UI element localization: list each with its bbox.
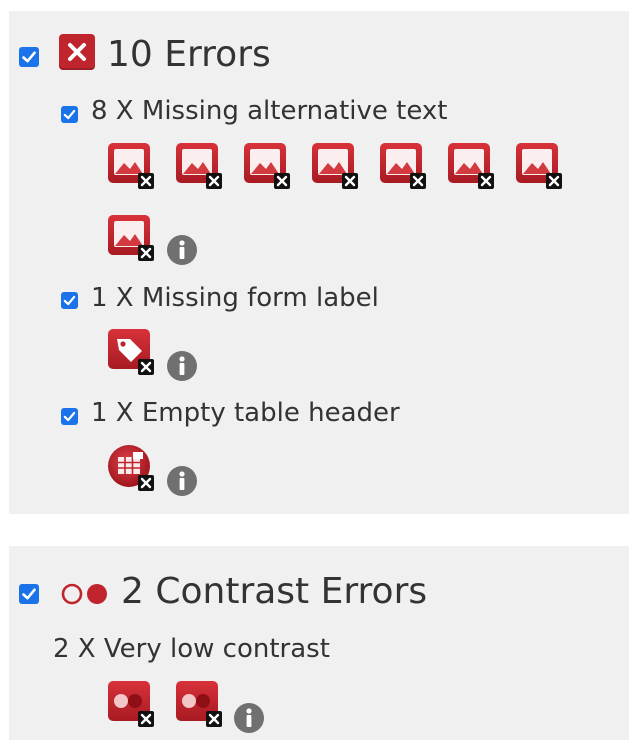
info-icon[interactable]: [166, 465, 198, 497]
info-icon[interactable]: [233, 702, 265, 734]
missing-image-icon[interactable]: [106, 213, 156, 263]
missing-form-label-label: 1 X Missing form label: [91, 283, 379, 313]
low-contrast-icon[interactable]: [106, 679, 156, 729]
contrast-section-title: 2 Contrast Errors: [121, 571, 428, 612]
tag-icon[interactable]: [106, 327, 156, 377]
contrast-icon: [59, 582, 115, 606]
contrast-panel: 2 Contrast Errors 2 X Very low contrast: [9, 546, 629, 740]
missing-alt-text-label: 8 X Missing alternative text: [91, 96, 448, 126]
low-contrast-icon[interactable]: [174, 679, 224, 729]
missing-image-icon[interactable]: [242, 141, 292, 191]
empty-table-header-checkbox[interactable]: [61, 408, 78, 425]
missing-image-icon[interactable]: [446, 141, 496, 191]
contrast-section-checkbox[interactable]: [19, 584, 39, 604]
table-icon[interactable]: [106, 443, 156, 493]
missing-image-icon[interactable]: [106, 141, 156, 191]
empty-table-header-label: 1 X Empty table header: [91, 398, 400, 428]
missing-alt-text-checkbox[interactable]: [61, 106, 78, 123]
errors-section-checkbox[interactable]: [19, 47, 39, 67]
info-icon[interactable]: [166, 234, 198, 266]
missing-image-icon[interactable]: [310, 141, 360, 191]
missing-image-icon[interactable]: [514, 141, 564, 191]
info-icon[interactable]: [166, 350, 198, 382]
very-low-contrast-label: 2 X Very low contrast: [53, 634, 330, 664]
errors-panel: 10 Errors 8 X Missing alternative text 1…: [9, 11, 629, 514]
errors-section-title: 10 Errors: [107, 34, 271, 75]
missing-form-label-checkbox[interactable]: [61, 292, 78, 309]
missing-image-icon[interactable]: [174, 141, 224, 191]
error-x-icon: [59, 34, 95, 70]
missing-image-icon[interactable]: [378, 141, 428, 191]
